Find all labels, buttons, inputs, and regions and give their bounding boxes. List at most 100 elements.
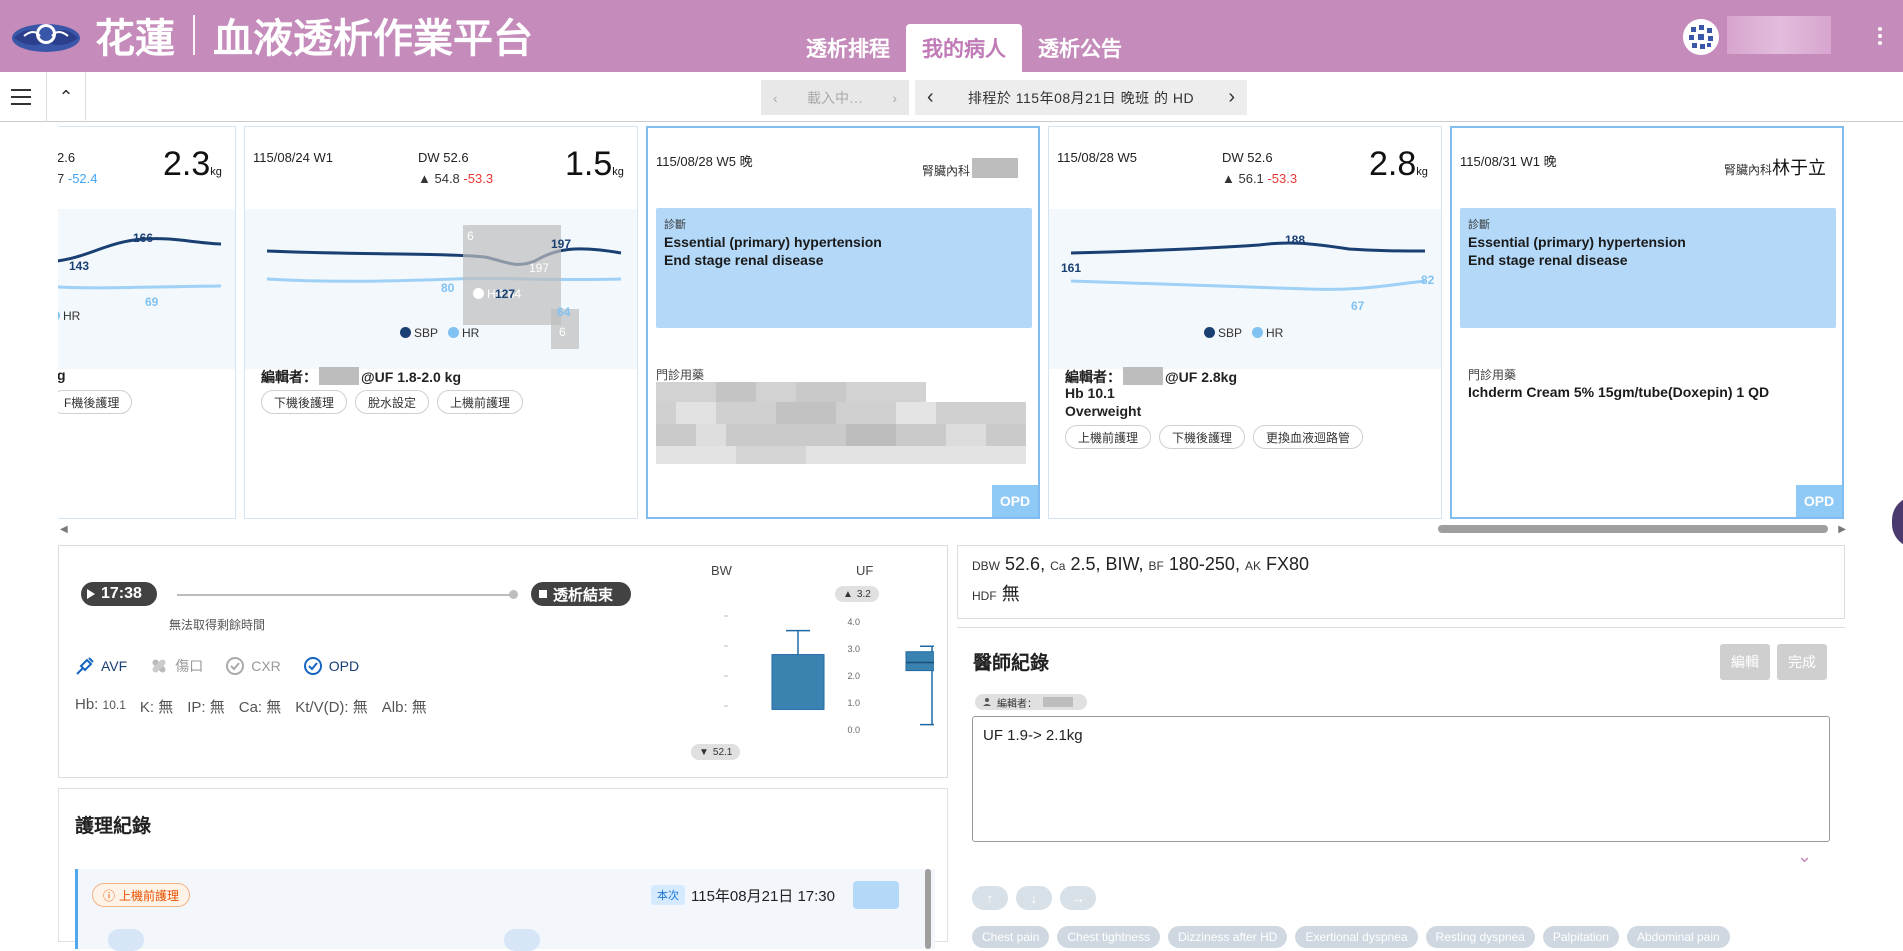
main-nav-tabs: 透析排程 我的病人 透析公告: [790, 24, 1138, 72]
uf-axis-tick-label: 0.0: [847, 725, 860, 735]
status-avf[interactable]: AVF: [75, 656, 127, 676]
doctor-editor-pill: 編輯者：: [975, 694, 1087, 710]
tab-schedule[interactable]: 透析排程: [790, 24, 906, 72]
hr-label: 69: [145, 295, 159, 309]
this-session-badge: 本次: [651, 885, 685, 905]
nursing-chip[interactable]: 脫水設定: [355, 390, 430, 414]
medication-label: 門診用藥: [1468, 368, 1517, 382]
card-weight: 1.5kg: [565, 145, 624, 183]
stop-icon: [539, 590, 547, 598]
nursing-chip[interactable]: 下機後護理: [1159, 425, 1246, 449]
entry-author-redacted: [853, 881, 899, 909]
opd-badge: OPD: [1796, 485, 1842, 517]
status-opd[interactable]: OPD: [303, 656, 359, 676]
entry-date: 115年08月21日 17:30: [691, 888, 835, 905]
schedule-next-button[interactable]: ›: [1228, 86, 1235, 109]
user-avatar[interactable]: [1683, 19, 1719, 55]
card-date: 115/08/28 W5: [1057, 150, 1137, 165]
card-dw: 2.6: [58, 150, 76, 165]
tab-my-patients[interactable]: 我的病人: [906, 24, 1022, 72]
diagnosis-label: 診斷: [664, 219, 686, 231]
card-dw: DW 52.6: [1222, 150, 1273, 165]
arrow-down-button[interactable]: ↓: [1016, 886, 1052, 910]
vitals-chart: 6 197 HR 64 6 197 127 80 64 SBP HR: [245, 209, 637, 369]
done-button[interactable]: 完成: [1777, 644, 1827, 680]
start-time-pill[interactable]: 17:38: [81, 582, 157, 606]
nursing-chip[interactable]: 下機後護理: [261, 390, 348, 414]
previous-loading-button[interactable]: ‹ 載入中… ›: [761, 80, 909, 115]
cards-horizontal-scrollbar[interactable]: ◀ ▶: [58, 522, 1848, 536]
card-dw-sub: 7 -52.4: [58, 171, 98, 186]
card-editor: g: [58, 367, 66, 383]
bw-latest-pill: ▼ 52.1: [691, 744, 741, 760]
chevron-right-icon: ›: [892, 89, 897, 106]
nursing-record-panel: 護理紀錄 ⓘ 上機前護理 本次 115年08月21日 17:30: [58, 788, 948, 951]
scroll-right-arrow-icon[interactable]: ▶: [1838, 524, 1846, 535]
symptom-chip[interactable]: Palpitation: [1542, 926, 1619, 948]
doctor-record-title: 醫師紀錄: [973, 653, 1050, 674]
more-menu-icon[interactable]: [1876, 24, 1884, 50]
uf-axis-tick-label: 2.0: [847, 671, 860, 681]
hamburger-menu-icon[interactable]: [8, 84, 34, 110]
doctor-name: 林于立: [1772, 158, 1827, 178]
chart-legend: SBP HR: [400, 326, 479, 340]
chevron-down-icon[interactable]: ⌄: [1797, 846, 1812, 867]
sbp-right-label: 197: [551, 237, 572, 251]
diagnosis-line: End stage renal disease: [1468, 252, 1628, 268]
symptom-chip[interactable]: Chest tightness: [1057, 926, 1161, 948]
card-date: 115/08/28 W5 晚: [656, 154, 753, 169]
arrow-right-button[interactable]: →: [1060, 886, 1096, 910]
session-panel: 17:38 透析結束 無法取得剩餘時間 AVF 傷口 CXR OPD Hb: 1…: [58, 545, 948, 778]
nursing-chip[interactable]: 上機前護理: [437, 390, 524, 414]
progress-end-dot: [509, 590, 518, 599]
loading-label: 載入中…: [807, 89, 863, 106]
schedule-label: 排程於 115年08月21日 晚班 的 HD: [967, 89, 1195, 106]
doctor-note-textarea[interactable]: UF 1.9-> 2.1kg: [972, 716, 1830, 842]
session-card[interactable]: 115/08/24 W1 DW 52.6 ▲ 54.8 -53.3 1.5kg …: [244, 126, 638, 519]
opd-card[interactable]: 115/08/28 W5 晚 腎臟內科 診斷 Essential (primar…: [646, 126, 1040, 519]
scroll-left-arrow-icon[interactable]: ◀: [60, 524, 68, 535]
status-cxr[interactable]: CXR: [225, 656, 281, 676]
symptom-chip[interactable]: Chest pain: [972, 926, 1050, 948]
symptom-chip[interactable]: Dizziness after HD: [1168, 926, 1288, 948]
chevron-up-icon[interactable]: ⌃: [46, 72, 86, 122]
card-doctor: 腎臟內科: [922, 158, 1020, 179]
uf-axis-tick-label: 4.0: [847, 617, 860, 627]
vitals-chart: 188 161 67 82 SBP HR: [1049, 209, 1441, 369]
lab-ktv: Kt/V(D): 無: [295, 699, 368, 716]
tab-announcements[interactable]: 透析公告: [1022, 24, 1138, 72]
nursing-entry[interactable]: ⓘ 上機前護理 本次 115年08月21日 17:30: [75, 869, 935, 951]
entry-number-chip: [108, 929, 144, 951]
opd-card[interactable]: 115/08/31 W1 晚 腎臟內科林于立 診斷 Essential (pri…: [1450, 126, 1844, 519]
arrow-up-button[interactable]: ↑: [972, 886, 1008, 910]
arrow-buttons: ↑ ↓ →: [972, 886, 1096, 910]
medication-redacted: [656, 382, 1026, 464]
session-card[interactable]: 115/08/28 W5 DW 52.6 ▲ 56.1 -53.3 2.8kg …: [1048, 126, 1442, 519]
edit-button[interactable]: 編輯: [1720, 644, 1770, 680]
status-wound[interactable]: 傷口: [149, 656, 203, 676]
doctor-editor-redacted: [1043, 697, 1073, 707]
end-session-button[interactable]: 透析結束: [531, 582, 631, 606]
symptom-chip[interactable]: Abdominal pain: [1626, 926, 1730, 948]
chevron-left-icon: ‹: [773, 89, 778, 106]
alert-circle-icon: ⓘ: [103, 888, 116, 903]
brand-platform: 血液透析作業平台: [213, 16, 533, 62]
nursing-chip[interactable]: 上機前護理: [1065, 425, 1152, 449]
doctor-record-panel: 醫師紀錄 編輯 完成 編輯者： UF 1.9-> 2.1kg ⌄ ↑ ↓ → C…: [957, 627, 1845, 948]
side-drawer-handle[interactable]: [1892, 496, 1903, 548]
symptom-chip[interactable]: Resting dyspnea: [1425, 926, 1535, 948]
uf-axis-tick-label: 3.0: [847, 644, 860, 654]
card-chips: 下機後護理 脫水設定 上機前護理: [261, 390, 524, 414]
scrollbar-thumb[interactable]: [1438, 525, 1828, 533]
session-card[interactable]: 2.6 7 -52.4 2.3kg 166 143 69 HR g F機後護理: [58, 126, 236, 519]
brand-divider: [193, 15, 195, 55]
lab-ca: Ca: 無: [238, 699, 282, 716]
user-name-redacted: [1727, 16, 1831, 54]
symptom-chip[interactable]: Exertional dyspnea: [1295, 926, 1418, 948]
nursing-chip[interactable]: 更換血液迴路管: [1253, 425, 1364, 449]
schedule-prev-button[interactable]: ‹: [927, 86, 934, 109]
nursing-chip[interactable]: F機後護理: [58, 390, 133, 414]
nursing-scrollbar[interactable]: [925, 869, 931, 949]
diagnosis-line: End stage renal disease: [664, 252, 824, 268]
session-cards-carousel[interactable]: 2.6 7 -52.4 2.3kg 166 143 69 HR g F機後護理 …: [58, 124, 1848, 522]
